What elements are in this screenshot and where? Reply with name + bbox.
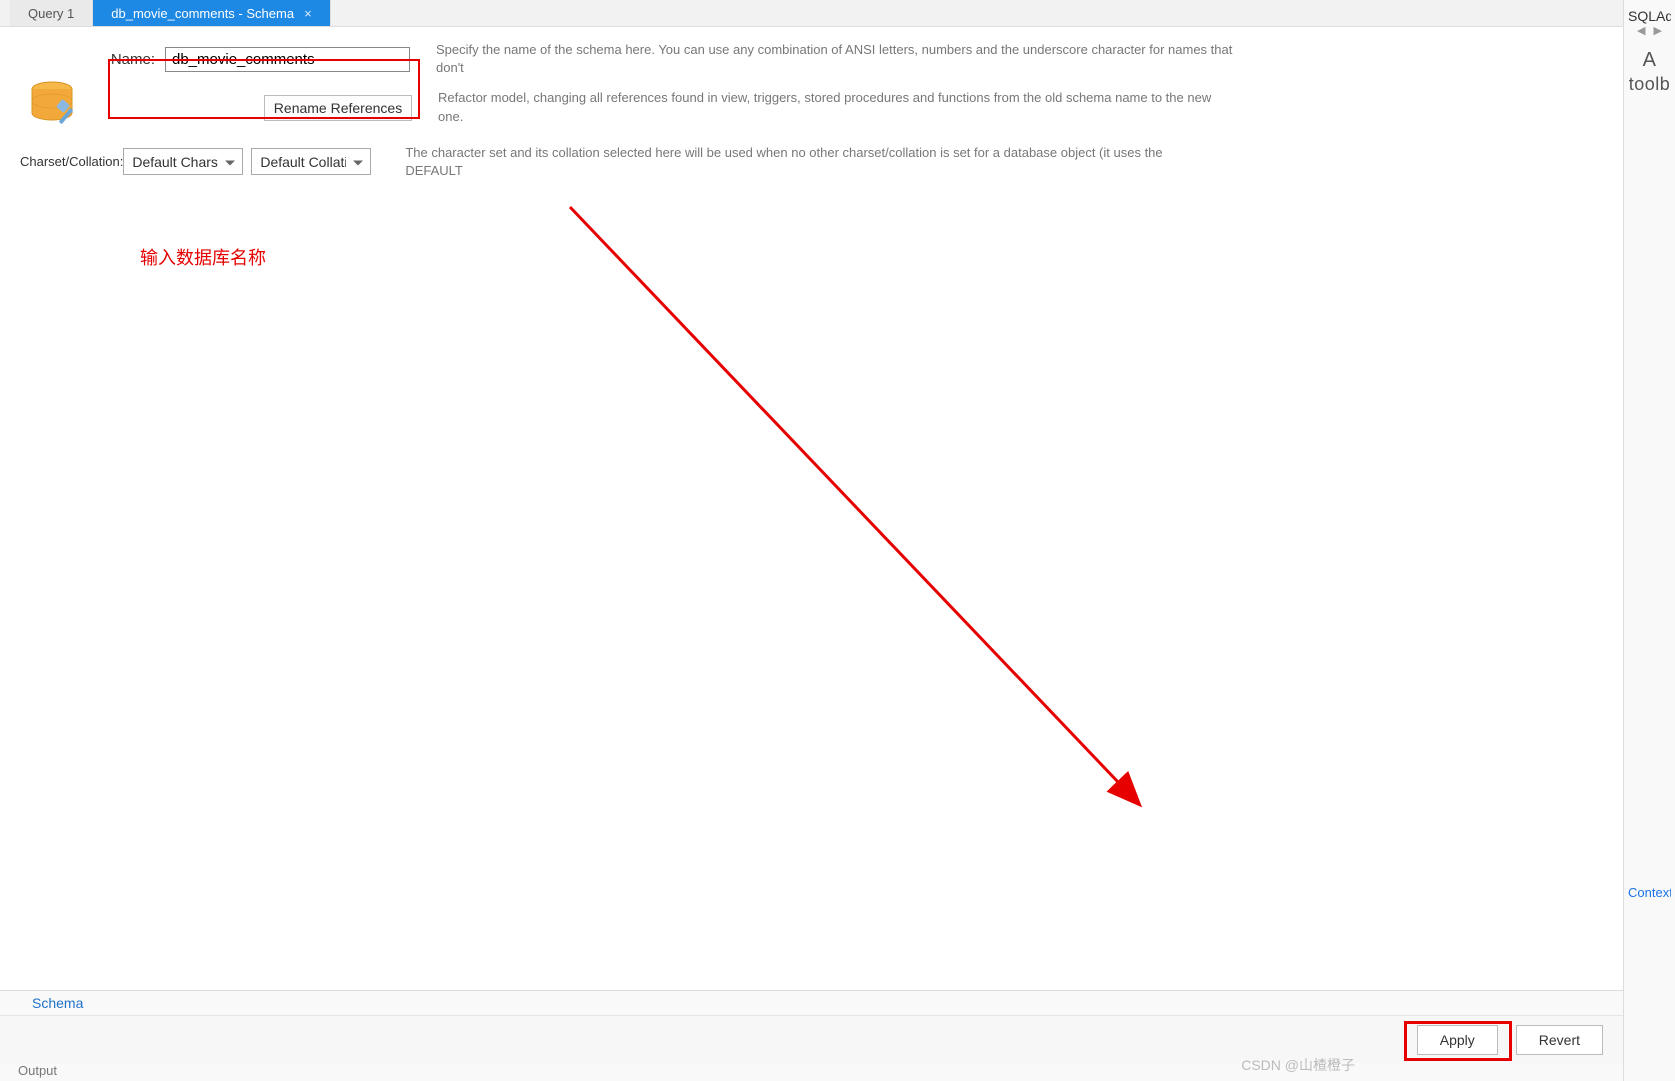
charset-select[interactable]: Default Charset — [123, 148, 243, 175]
side-heading-2: toolb — [1628, 74, 1671, 95]
action-bar: Apply Revert — [0, 1015, 1623, 1063]
rename-description: Refactor model, changing all references … — [438, 89, 1238, 125]
collation-select[interactable]: Default Collation — [251, 148, 371, 175]
nav-prev-icon[interactable]: ◀ — [1637, 24, 1645, 37]
tab-schema[interactable]: db_movie_comments - Schema × — [93, 0, 330, 26]
annotation-text: 输入数据库名称 — [140, 244, 266, 270]
watermark: CSDN @山楂橙子 — [1241, 1055, 1355, 1075]
revert-button[interactable]: Revert — [1516, 1025, 1603, 1055]
name-label: Name: — [110, 51, 165, 68]
context-help-link[interactable]: Context — [1628, 885, 1671, 900]
close-icon[interactable]: × — [304, 6, 312, 21]
schema-name-input[interactable] — [165, 47, 410, 72]
tab-schema-bottom[interactable]: Schema — [18, 992, 97, 1014]
editor-tabs: Query 1 db_movie_comments - Schema × — [0, 0, 1623, 27]
side-heading-1: A — [1628, 49, 1671, 72]
tab-label: db_movie_comments - Schema — [111, 6, 294, 21]
tab-label: Query 1 — [28, 6, 74, 21]
name-description: Specify the name of the schema here. You… — [436, 41, 1236, 77]
charset-label: Charset/Collation: — [20, 154, 123, 169]
side-title: SQLAdd — [1628, 8, 1671, 24]
side-panel: SQLAdd ◀ ▶ A toolb Context — [1623, 0, 1675, 1081]
tab-query1[interactable]: Query 1 — [10, 0, 93, 26]
rename-references-button[interactable]: Rename References — [264, 95, 412, 121]
database-icon — [28, 79, 86, 134]
apply-button[interactable]: Apply — [1417, 1025, 1498, 1055]
output-label: Output — [0, 1063, 1623, 1081]
bottom-tabs: Schema — [0, 990, 1623, 1015]
nav-next-icon[interactable]: ▶ — [1654, 24, 1662, 37]
charset-description: The character set and its collation sele… — [405, 144, 1205, 180]
